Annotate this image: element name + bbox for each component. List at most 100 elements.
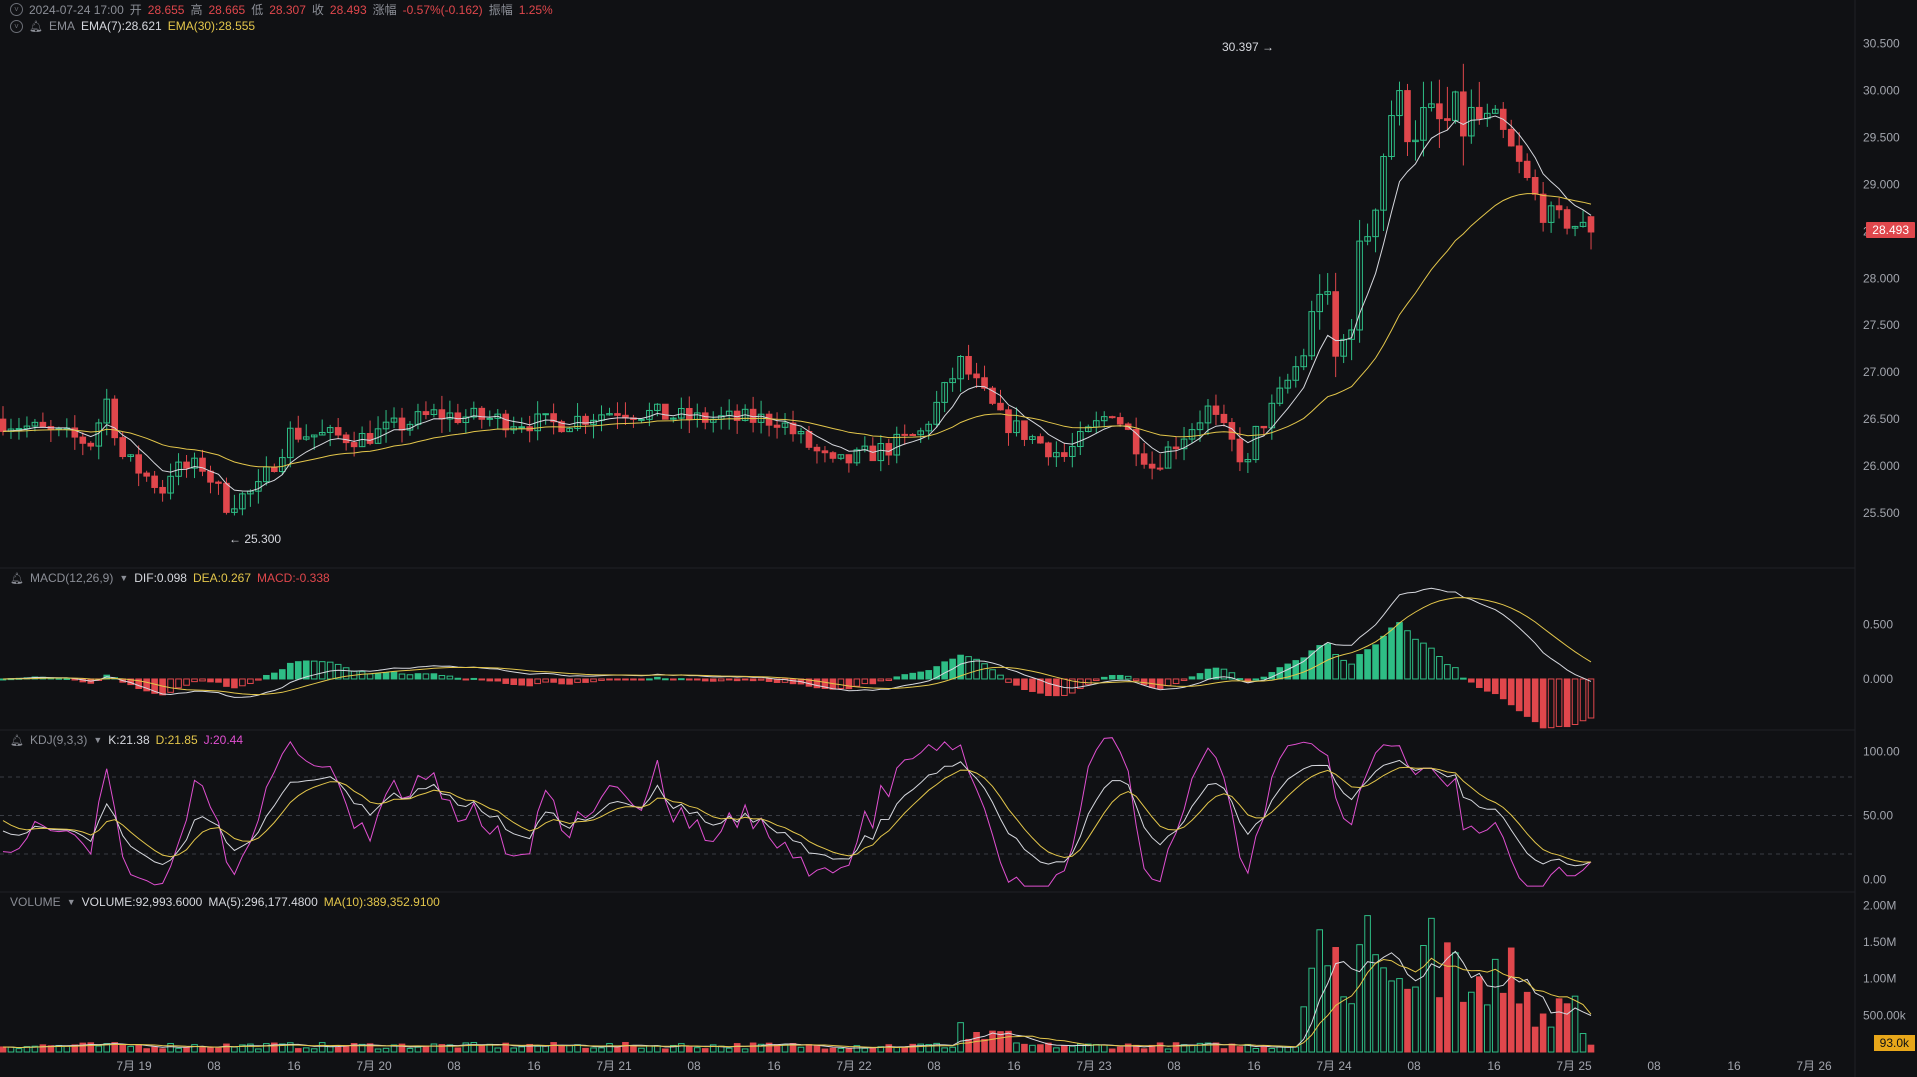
candle-body [1404,90,1411,143]
macd-bar [263,674,270,680]
macd-bar [1108,675,1116,680]
caret-down-icon[interactable]: ▼ [93,735,102,745]
bell-icon[interactable]: 🔔︎ [10,734,24,747]
macd-header: 🔔︎ MACD(12,26,9) ▼ DIF:0.098 DEA:0.267 M… [10,571,330,585]
time-tick-label: 7月 26 [1796,1059,1832,1073]
macd-bar [1045,678,1052,697]
macd-bar [374,673,382,680]
candle-body [685,407,693,420]
volume-bar [1563,1003,1571,1053]
volume-bar [797,1046,805,1053]
volume-bar [263,1043,270,1053]
volume-bar [7,1046,15,1053]
candle-body [845,454,853,464]
volume-bar [1483,1004,1491,1053]
volume-bar [1300,1006,1308,1053]
macd-bar [1364,649,1371,680]
chevron-down-icon[interactable]: ˅ [10,3,23,16]
volume-bar [1292,1046,1300,1053]
chart-canvas[interactable]: 30.50030.00029.50029.00028.50028.00027.5… [0,0,1917,1077]
high-label: 高 [190,3,203,17]
macd-bar [598,678,605,681]
volume-bar [1420,945,1427,1053]
candle-body [829,452,837,459]
volume-ma10-line [2,957,1592,1049]
volume-bar [1172,1042,1180,1053]
macd-bar [382,672,390,680]
macd-bar [941,661,948,680]
volume-indicator-name[interactable]: VOLUME [10,895,61,909]
volume-bar [1444,942,1451,1053]
volume-bar [701,1048,709,1053]
volume-bar [95,1045,103,1053]
macd-tick-label: 0.000 [1863,672,1893,686]
macd-bar [215,678,222,683]
volume-bar [143,1048,150,1053]
candle-body [1148,463,1156,469]
price-tick-label: 28.000 [1863,271,1900,285]
volume-bar [0,1046,7,1053]
macd-bar [813,678,821,689]
macd-bar [1412,638,1419,680]
macd-bar [654,676,661,680]
caret-down-icon[interactable]: ▼ [119,573,128,583]
candle-body [614,413,621,416]
ema-indicator-name[interactable]: EMA [49,19,75,33]
candle-body [398,417,406,431]
volume-value: VOLUME:92,993.6000 [81,895,203,909]
volume-bar [310,1048,318,1053]
volume-bar [1252,1047,1260,1053]
macd-bar [294,661,302,680]
candle-body [869,445,877,462]
candle-body [1037,436,1044,444]
candle-body [518,426,526,429]
macd-bar [1483,678,1491,692]
macd-bar [526,678,533,687]
kdj-tick-label: 0.00 [1863,873,1887,887]
macd-bar [1539,678,1547,729]
bell-icon[interactable]: 🔔︎ [29,20,43,33]
open-value: 28.655 [147,2,185,17]
bell-icon[interactable]: 🔔︎ [10,572,24,585]
price-tick-label: 29.000 [1863,177,1900,191]
volume-bar [1388,980,1395,1053]
candle-body [701,412,709,423]
candle-body [813,446,821,452]
macd-bar [590,678,597,683]
ema7-value: EMA(7):28.621 [80,19,162,33]
volume-bar [1037,1044,1044,1053]
volume-bar [382,1047,390,1053]
time-tick-label: 08 [1407,1059,1421,1073]
volume-bar [1539,1013,1547,1053]
macd-bar [1356,654,1363,680]
candle-body [1116,417,1124,425]
volume-bar [215,1047,222,1053]
macd-bar [1124,675,1132,680]
candle-body [39,421,47,428]
volume-bar [1396,978,1403,1053]
volume-bar [39,1044,47,1053]
macd-indicator-name[interactable]: MACD(12,26,9) [30,571,113,585]
candle-body [1476,106,1483,120]
macd-dea-value: DEA:0.267 [192,571,252,585]
candle-body [454,412,462,424]
candle-body [1108,416,1116,419]
open-label: 开 [129,3,142,17]
macd-bar [1180,678,1188,681]
kdj-j-line [2,737,1592,887]
candle-body [662,403,669,420]
macd-bar [358,671,366,680]
candle-body [478,407,486,420]
volume-bar [678,1043,685,1053]
macd-bar [542,678,549,683]
candle-body [143,472,150,477]
kdj-indicator-name[interactable]: KDJ(9,3,3) [30,733,87,747]
volume-bar [1053,1047,1060,1053]
macd-bar [1468,678,1475,683]
candle-body [207,470,214,483]
caret-down-icon[interactable]: ▼ [67,897,76,907]
chevron-down-icon[interactable]: ˅ [10,19,23,33]
macd-bar [1156,678,1164,690]
macd-bar [310,660,318,680]
macd-bar [1140,678,1148,686]
